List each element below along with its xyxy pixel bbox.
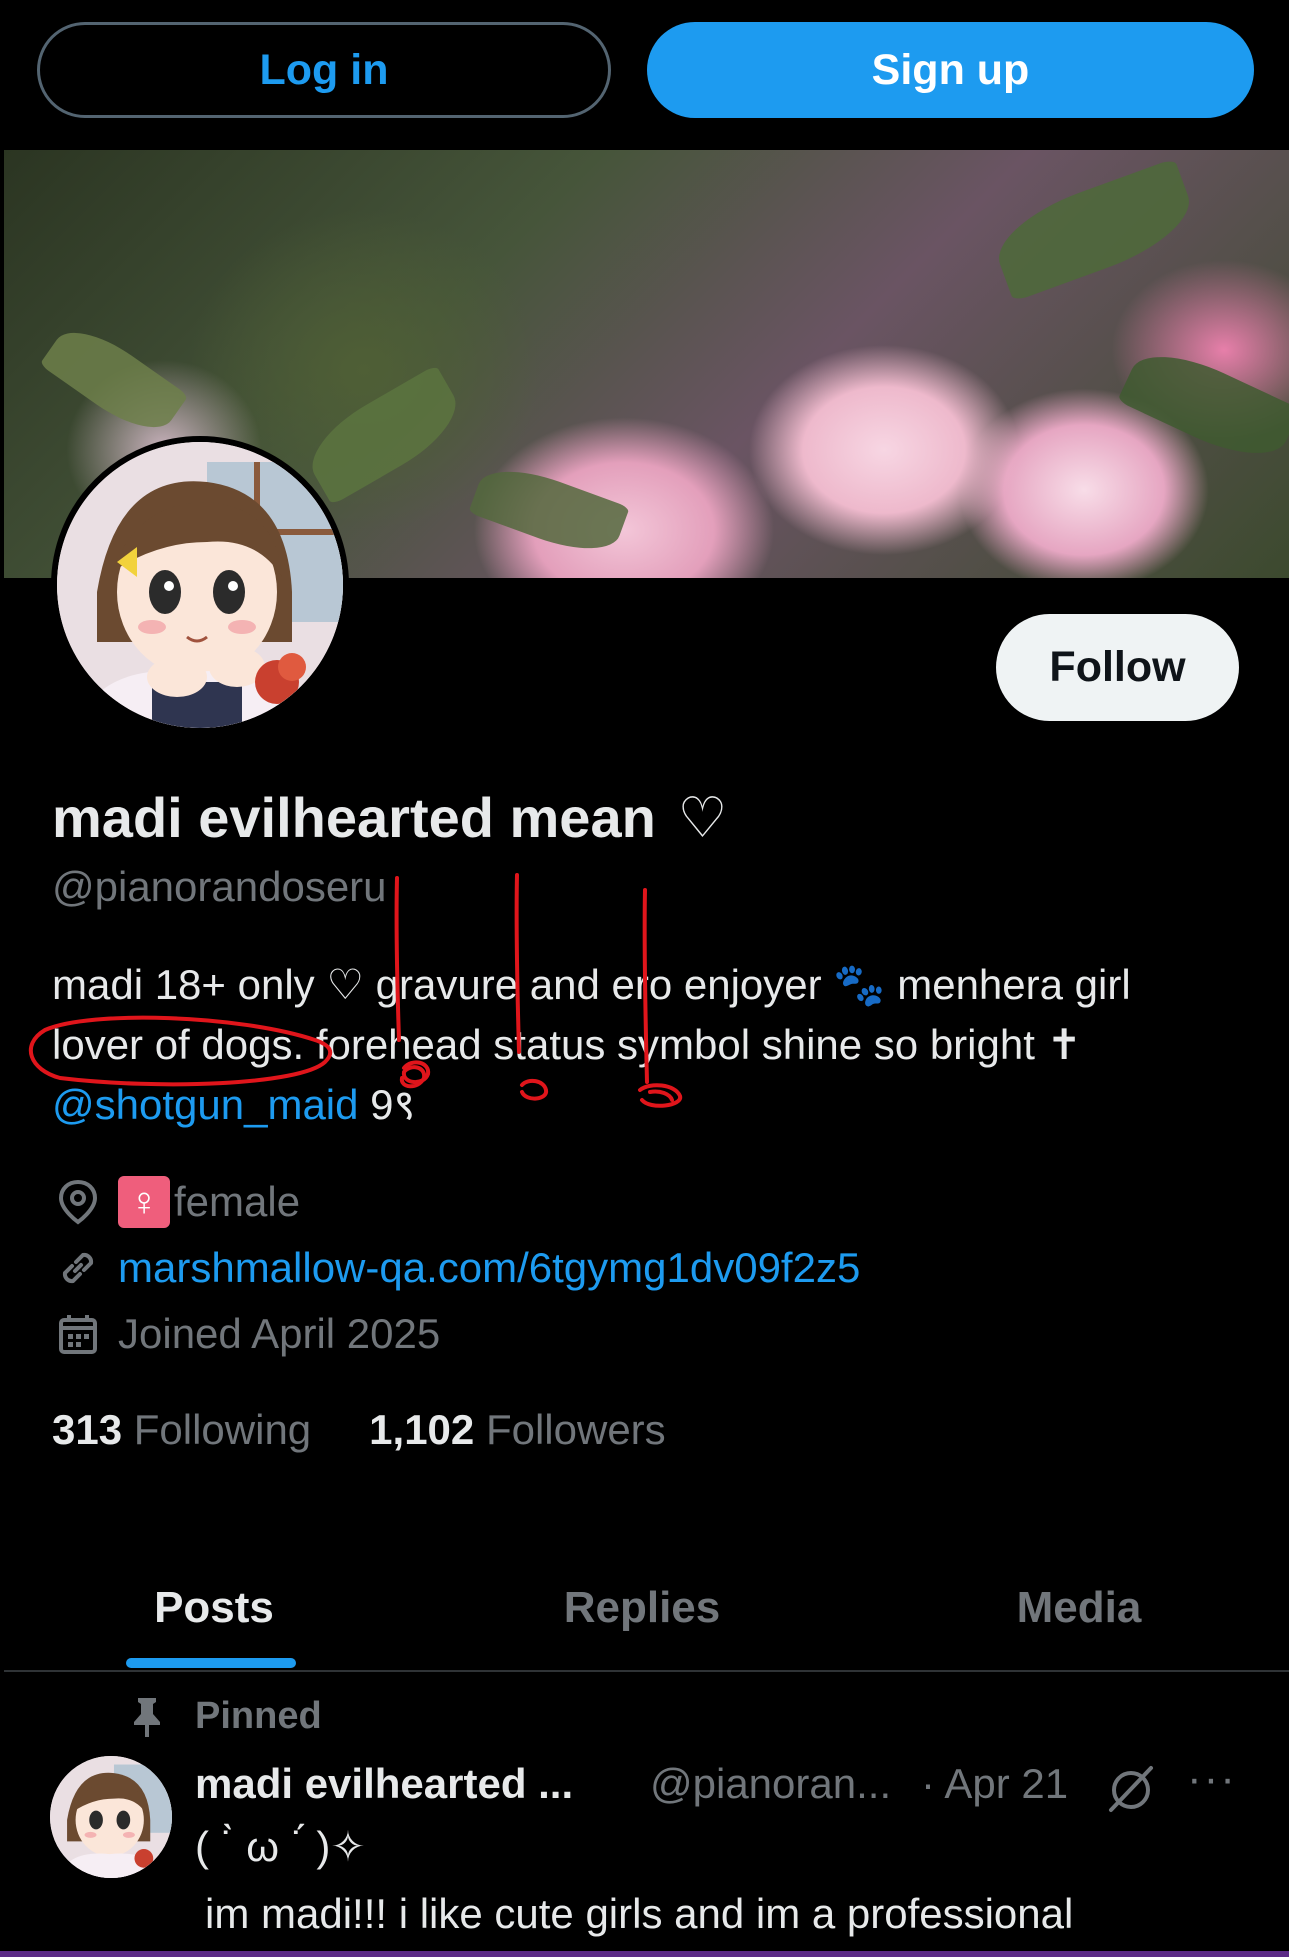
profile-display-name: madi evilhearted mean ♡ [52,785,728,851]
profile-tabs: Posts Replies Media [4,1548,1289,1672]
profile-bio: madi 18+ only ♡ gravure and ero enjoyer … [52,955,1252,1135]
profile-avatar[interactable] [51,436,349,734]
post-date[interactable]: · Apr 21 [921,1760,1068,1808]
bio-line-3: @shotgun_maid 9९ [52,1081,416,1128]
location-pin-icon [52,1176,104,1228]
tab-posts[interactable]: Posts [4,1548,424,1668]
venus-icon: ♀ [118,1176,170,1228]
profile-handle: @pianorandoseru [52,863,387,910]
calendar-icon [52,1308,104,1360]
active-tab-indicator [126,1658,296,1668]
location-text: female [174,1178,301,1225]
profile-joined: Joined April 2025 [52,1308,440,1360]
signup-button[interactable]: Sign up [647,22,1254,118]
heart-icon: ♡ [677,786,728,849]
mute-icon [1105,1762,1157,1824]
top-bar: Log in Sign up [0,0,1289,150]
followers-link[interactable]: 1,102 Followers [369,1406,666,1454]
bio-line-2: lover of dogs. forehead status symbol sh… [52,1021,1082,1068]
post-header: madi evilhearted ... @pianoran... · Apr … [195,1754,1255,1820]
post-text-line-2: im madi!!! i like cute girls and im a pr… [205,1890,1074,1937]
more-icon[interactable]: ··· [1187,1754,1237,1804]
paw-icon: 🐾 [833,961,886,1008]
tab-replies[interactable]: Replies [432,1548,852,1668]
following-link[interactable]: 313 Following [52,1406,311,1454]
website-link[interactable]: marshmallow-qa.com/6tgymg1dv09f2z5 [118,1244,860,1292]
profile-location: ♀ female [52,1176,300,1228]
post-author-avatar[interactable] [50,1756,172,1878]
follow-button[interactable]: Follow [996,614,1239,721]
pinned-label: Pinned [127,1695,322,1738]
bottom-edge [0,1951,1289,1957]
bio-mention-link[interactable]: @shotgun_maid [52,1081,359,1128]
link-icon [52,1242,104,1294]
display-name-text: madi evilhearted mean [52,786,656,849]
tab-media[interactable]: Media [869,1548,1289,1668]
post-author-name[interactable]: madi evilhearted ... [195,1760,573,1808]
login-button[interactable]: Log in [37,22,611,118]
post-author-handle[interactable]: @pianoran... [650,1760,891,1808]
follow-stats: 313 Following 1,102 Followers [52,1406,666,1454]
bio-line-1: madi 18+ only ♡ gravure and ero enjoyer … [52,961,1131,1008]
joined-text: Joined April 2025 [118,1310,441,1357]
pin-icon [127,1696,167,1738]
profile-website: marshmallow-qa.com/6tgymg1dv09f2z5 [52,1242,860,1294]
post-text-line-1: ( ˙̀ ω ˙́ )✧ [195,1823,366,1870]
